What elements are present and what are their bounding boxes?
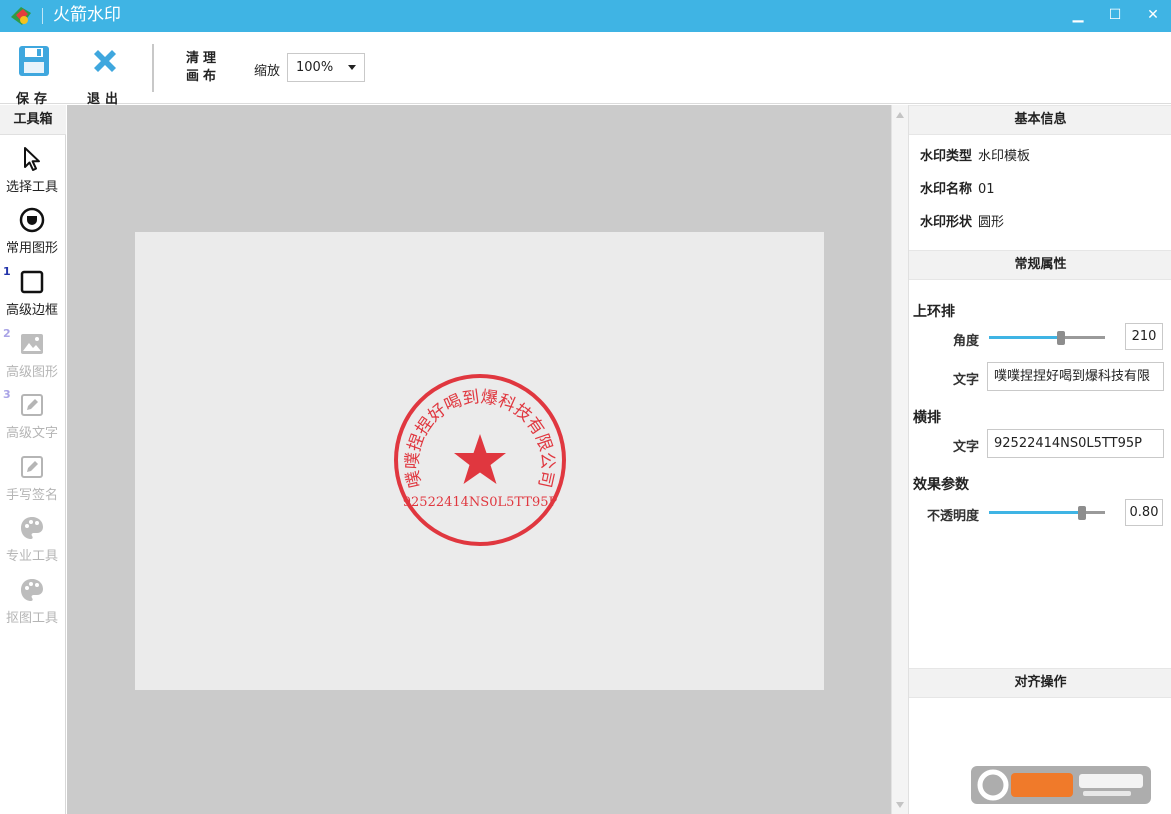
horizontal-title: 横排 [913, 410, 941, 426]
angle-input[interactable]: 210 [1125, 323, 1163, 350]
save-icon [19, 46, 49, 76]
scroll-up-icon[interactable] [896, 112, 904, 118]
toolbar-divider [152, 44, 154, 92]
opacity-label: 不透明度 [926, 509, 979, 524]
properties-panel: 基本信息 水印类型 水印模板 水印名称 01 水印形状 圆形 常规属性 上环排 角度 … [908, 105, 1171, 814]
tool-signature[interactable]: 手写签名 [0, 454, 66, 514]
clear-canvas-button[interactable]: 清理 画布 [186, 50, 228, 86]
horizontal-text-label: 文字 [952, 440, 979, 455]
info-row-shape: 水印形状 圆形 [920, 211, 1004, 230]
info-value: 圆形 [978, 215, 1005, 230]
toolbar: 保存 退出 清理 画布 缩放 100% [0, 32, 1171, 107]
edit-text-icon [21, 394, 43, 416]
tool-label: 选择工具 [5, 180, 58, 195]
app-logo-icon [11, 7, 31, 25]
image-icon [21, 334, 43, 354]
close-button[interactable]: ✕ [1141, 4, 1165, 26]
opacity-input[interactable]: 0.80 [1125, 499, 1163, 526]
zoom-select[interactable]: 100% [287, 53, 365, 82]
clear-label-line2: 画布 [186, 69, 221, 84]
tool-label: 抠图工具 [5, 611, 58, 626]
tool-label: 常用图形 [5, 241, 58, 256]
app-title: 火箭水印 [53, 5, 121, 25]
palette-icon [21, 579, 43, 601]
toolbox: 工具箱 选择工具 常用图形 1 高级边框 2 高级图形 3 高级文字 手写签名 … [0, 105, 66, 814]
horizontal-text-input[interactable]: 92522414NS0L5TT95P [987, 429, 1164, 458]
basic-info-header: 基本信息 [909, 105, 1171, 135]
general-props-header: 常规属性 [909, 250, 1171, 280]
canvas-area[interactable]: 噗噗捏捏好喝到爆科技有限公司 92522414NS0L5TT95P [67, 105, 891, 814]
tool-label: 高级边框 [5, 303, 58, 318]
vertical-scrollbar[interactable] [891, 105, 908, 814]
upper-text-label: 文字 [952, 373, 979, 388]
exit-button[interactable]: 退出 [79, 42, 131, 107]
toolbox-header: 工具箱 [0, 105, 66, 135]
info-value: 01 [978, 182, 995, 197]
slider-thumb[interactable] [1056, 331, 1065, 345]
square-frame-icon [20, 270, 44, 294]
tool-advanced-image[interactable]: 2 高级图形 [0, 327, 66, 391]
chevron-down-icon [348, 65, 356, 70]
tool-cutout[interactable]: 抠图工具 [0, 577, 66, 637]
tool-common-shape[interactable]: 常用图形 [0, 207, 66, 267]
effect-title: 效果参数 [913, 477, 969, 493]
save-button[interactable]: 保存 [8, 42, 60, 107]
tool-number: 2 [3, 327, 11, 340]
upper-ring-title: 上环排 [913, 304, 955, 320]
upper-text-input[interactable]: 噗噗捏捏好喝到爆科技有限 [987, 362, 1164, 391]
zoom-label: 缩放 [254, 64, 281, 79]
cursor-icon [24, 147, 40, 171]
close-x-icon [94, 50, 116, 72]
angle-slider[interactable] [989, 331, 1105, 345]
signature-icon [21, 456, 43, 478]
slider-fill [989, 336, 1061, 339]
tool-select[interactable]: 选择工具 [0, 146, 66, 206]
tool-label: 高级文字 [5, 426, 58, 441]
seal-code-text: 92522414NS0L5TT95P [403, 495, 558, 510]
palette-icon [21, 517, 43, 539]
angle-label: 角度 [952, 334, 979, 349]
zoom-value: 100% [296, 60, 334, 75]
slider-thumb[interactable] [1077, 506, 1086, 520]
slider-fill [989, 511, 1082, 514]
tool-advanced-text[interactable]: 3 高级文字 [0, 388, 66, 452]
info-key: 水印类型 [920, 149, 973, 164]
tool-professional[interactable]: 专业工具 [0, 515, 66, 575]
circle-shape-icon [19, 207, 45, 233]
canvas-paper[interactable]: 噗噗捏捏好喝到爆科技有限公司 92522414NS0L5TT95P [135, 232, 824, 690]
title-separator [42, 8, 43, 24]
opacity-slider[interactable] [989, 506, 1105, 520]
clear-label-line1: 清理 [186, 51, 221, 66]
title-bar: 火箭水印 ▁ ☐ ✕ [0, 0, 1171, 32]
info-key: 水印名称 [920, 182, 973, 197]
tool-label: 高级图形 [5, 365, 58, 380]
info-row-name: 水印名称 01 [920, 178, 995, 197]
tool-number: 1 [3, 265, 11, 278]
scroll-down-icon[interactable] [896, 802, 904, 808]
info-key: 水印形状 [920, 215, 973, 230]
info-value: 水印模板 [978, 149, 1031, 164]
tool-label: 手写签名 [5, 488, 58, 503]
maximize-button[interactable]: ☐ [1103, 4, 1127, 26]
tool-number: 3 [3, 388, 11, 401]
align-ops-header: 对齐操作 [909, 668, 1171, 698]
minimize-button[interactable]: ▁ [1066, 4, 1090, 26]
tool-advanced-border[interactable]: 1 高级边框 [0, 265, 66, 329]
seal-stamp[interactable]: 噗噗捏捏好喝到爆科技有限公司 92522414NS0L5TT95P [392, 372, 568, 548]
info-row-type: 水印类型 水印模板 [920, 145, 1030, 164]
star-icon [454, 434, 506, 484]
site-watermark-logo [971, 766, 1151, 804]
tool-label: 专业工具 [5, 549, 58, 564]
